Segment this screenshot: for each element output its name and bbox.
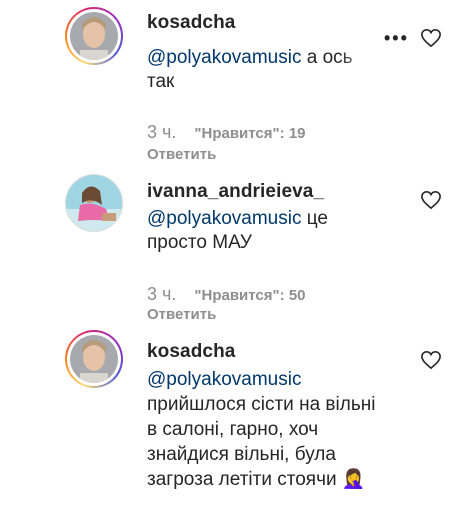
comment-text-part: загроза летіти стоячи 🤦‍♀️ <box>147 469 366 490</box>
comment-text-part: просто МАУ <box>147 232 252 253</box>
heart-icon[interactable] <box>420 190 442 210</box>
likes-number: 50 <box>288 287 306 304</box>
comment-text-part: так <box>147 71 175 92</box>
likes-count[interactable]: "Нравится": 19 <box>194 125 305 142</box>
mention-link[interactable]: @polyakovamusic <box>147 369 301 390</box>
comment-text-part: в салоні, гарно, хоч <box>147 419 319 440</box>
comment-time: 3 ч. <box>147 122 177 142</box>
comment-text-part: знайдися вільні, була <box>147 444 336 465</box>
more-options-icon[interactable]: ••• <box>384 28 409 49</box>
comment-text-part: це <box>301 208 328 229</box>
likes-label: "Нравится": <box>194 287 285 304</box>
comment-username[interactable]: kosadcha <box>147 341 235 363</box>
mention-link[interactable]: @polyakovamusic <box>147 47 301 68</box>
avatar[interactable] <box>65 174 123 232</box>
comment-meta: 3 ч. "Нравится": 19 <box>147 122 306 143</box>
comment-time: 3 ч. <box>147 284 177 304</box>
avatar-photo <box>70 12 118 60</box>
avatar-photo <box>70 335 118 383</box>
avatar[interactable] <box>65 330 123 388</box>
comment-text-part: прийшлося сісти на вільні <box>147 394 376 415</box>
comment-text: @polyakovamusic прийшлося сісти на вільн… <box>147 367 375 492</box>
likes-count[interactable]: "Нравится": 50 <box>194 287 305 304</box>
comment-3: kosadcha @polyakovamusic прийшлося сісти… <box>0 330 472 515</box>
avatar[interactable] <box>65 7 123 65</box>
text-fade <box>340 48 380 72</box>
heart-icon[interactable] <box>420 350 442 370</box>
reply-button[interactable]: Ответить <box>147 306 216 323</box>
mention-link[interactable]: @polyakovamusic <box>147 208 301 229</box>
likes-number: 19 <box>288 125 306 142</box>
comment-1: kosadcha ••• @polyakovamusic а ось так 3… <box>0 0 472 170</box>
comment-text: @polyakovamusic це просто МАУ <box>147 207 328 255</box>
likes-label: "Нравится": <box>194 125 285 142</box>
comment-2: ivanna_andrieieva_ @polyakovamusic це пр… <box>0 170 472 330</box>
comment-username[interactable]: kosadcha <box>147 12 235 34</box>
heart-icon[interactable] <box>420 28 442 48</box>
comment-username[interactable]: ivanna_andrieieva_ <box>147 181 324 203</box>
reply-button[interactable]: Ответить <box>147 146 216 163</box>
avatar-photo <box>66 175 122 231</box>
comment-meta: 3 ч. "Нравится": 50 <box>147 284 306 305</box>
comment-text: @polyakovamusic а ось так <box>147 46 353 94</box>
